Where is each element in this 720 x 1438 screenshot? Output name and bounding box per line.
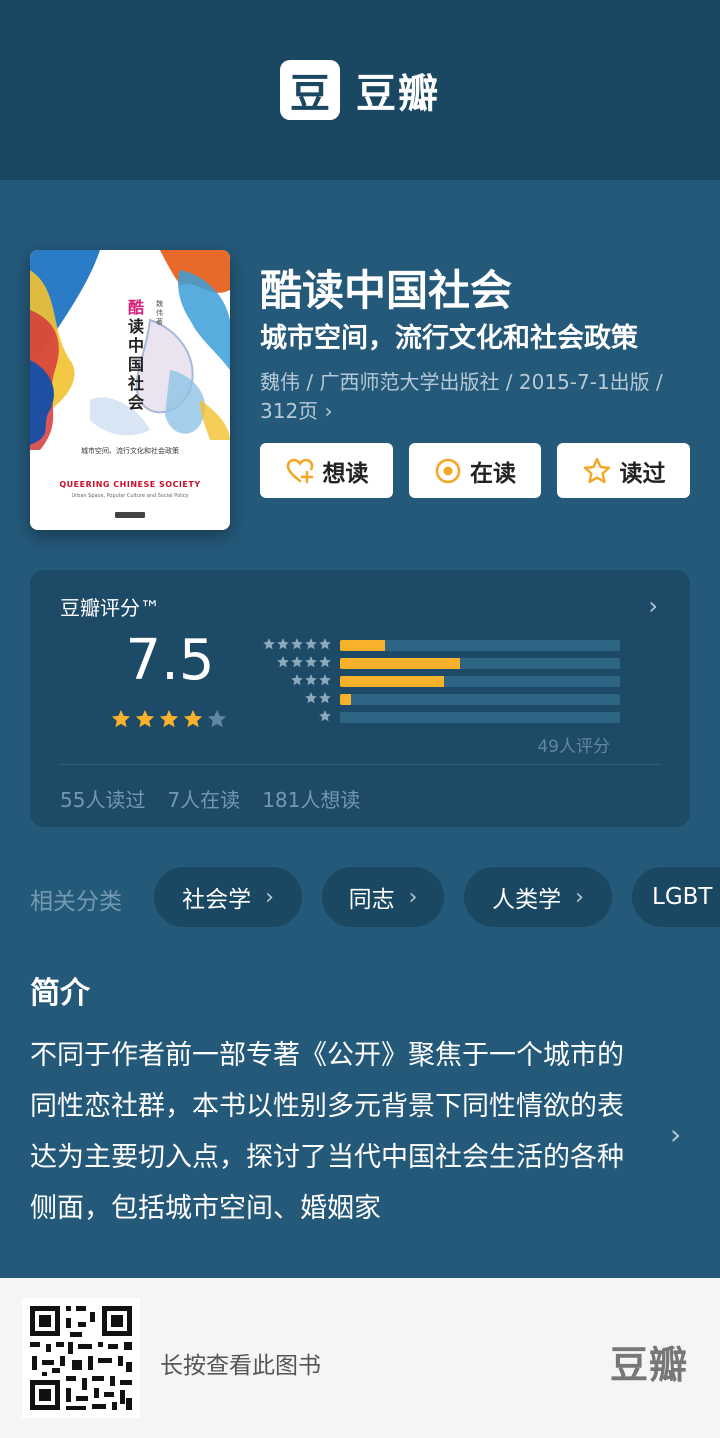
app-header: 豆 豆瓣	[0, 0, 720, 180]
category-chip-label: 同志	[348, 887, 395, 913]
book-title: 酷读中国社会	[260, 266, 513, 315]
distribution-track	[340, 657, 620, 669]
category-chip-sociology[interactable]: 社会学 ›	[154, 867, 302, 927]
category-chip-label: 社会学	[182, 887, 252, 913]
star-filled-icon	[182, 708, 204, 734]
reading-count: 7人在读	[167, 788, 241, 812]
distribution-stars	[252, 672, 332, 691]
reading-label: 在读	[470, 460, 516, 487]
star-small-icon	[290, 672, 304, 691]
star-small-icon	[318, 708, 332, 727]
rating-stars	[110, 708, 228, 734]
rating-distribution-row	[252, 636, 620, 654]
publisher-logo-icon	[115, 512, 145, 518]
category-chip-label: LGBT	[652, 884, 713, 910]
divider	[60, 764, 660, 765]
distribution-stars	[252, 708, 332, 727]
star-small-icon	[318, 636, 332, 655]
cover-title: 酷读中国社会	[128, 298, 145, 412]
have-read-button[interactable]: 读过	[557, 443, 690, 498]
rating-distribution-row	[252, 654, 620, 672]
distribution-stars	[252, 636, 332, 655]
category-chip-label: 人类学	[492, 887, 562, 913]
book-cover[interactable]: 酷读中国社会 魏伟 著 城市空间、流行文化和社会政策 QUEERING CHIN…	[30, 250, 230, 530]
star-filled-icon	[134, 708, 156, 734]
star-small-icon	[318, 654, 332, 673]
rating-card[interactable]: 豆瓣评分™ › 7.5 49人评分 55人读过 7人在读 181人想读	[30, 570, 690, 827]
rating-score: 7.5	[125, 628, 215, 693]
star-empty-icon	[206, 708, 228, 734]
star-small-icon	[304, 690, 318, 709]
distribution-track	[340, 675, 620, 687]
star-filled-icon	[110, 708, 132, 734]
distribution-track	[340, 639, 620, 651]
rating-distribution-row	[252, 672, 620, 690]
read-count: 55人读过	[60, 788, 146, 812]
chevron-right-icon: ›	[575, 884, 584, 910]
star-small-icon	[276, 654, 290, 673]
star-small-icon	[304, 636, 318, 655]
footer-hint: 长按查看此图书	[160, 1353, 321, 1379]
book-meta[interactable]: 魏伟 / 广西师范大学出版社 / 2015-7-1出版 / 312页 ›	[260, 368, 700, 426]
star-small-icon	[276, 636, 290, 655]
target-icon	[435, 458, 461, 483]
have-read-label: 读过	[619, 460, 666, 487]
rating-distribution-row	[252, 708, 620, 726]
distribution-bar	[340, 639, 385, 651]
want-to-read-label: 想读	[322, 460, 369, 487]
star-small-icon	[318, 672, 332, 691]
category-chip-lgbt[interactable]: LGBT	[632, 867, 720, 927]
douban-logo-icon: 豆	[280, 60, 340, 120]
share-footer: 长按查看此图书 豆瓣	[0, 1278, 720, 1438]
star-small-icon	[262, 636, 276, 655]
rating-label: 豆瓣评分™	[60, 596, 160, 620]
rating-count: 49人评分	[537, 737, 610, 757]
chevron-right-icon: ›	[408, 884, 418, 910]
star-filled-icon	[158, 708, 180, 734]
reading-button[interactable]: 在读	[409, 443, 541, 498]
cover-english-subtitle: Urban Space, Popular Culture and Social …	[71, 493, 189, 499]
star-small-icon	[318, 690, 332, 709]
distribution-bar	[340, 675, 444, 687]
distribution-track	[340, 711, 620, 723]
category-chip-anthropology[interactable]: 人类学 ›	[464, 867, 612, 927]
star-outline-icon	[583, 457, 610, 483]
reading-stats: 55人读过 7人在读 181人想读	[60, 784, 360, 813]
want-count: 181人想读	[262, 788, 361, 812]
distribution-stars	[252, 690, 332, 709]
star-small-icon	[290, 654, 304, 673]
app-logo-text: 豆瓣	[356, 71, 440, 117]
cover-english-title: QUEERING CHINESE SOCIETY	[59, 480, 201, 489]
chevron-right-icon[interactable]: ›	[670, 1118, 681, 1151]
chevron-right-icon[interactable]: ›	[648, 592, 658, 620]
star-small-icon	[304, 654, 318, 673]
chevron-right-icon: ›	[265, 884, 274, 910]
heart-plus-icon	[286, 458, 313, 483]
intro-heading: 简介	[30, 976, 90, 1011]
star-small-icon	[290, 636, 304, 655]
want-to-read-button[interactable]: 想读	[260, 443, 393, 498]
category-chip-tongzhi[interactable]: 同志 ›	[322, 867, 444, 927]
cover-author: 魏伟 著	[156, 300, 163, 326]
distribution-stars	[252, 654, 332, 673]
rating-distribution-row	[252, 690, 620, 708]
rating-distribution	[252, 636, 620, 726]
book-subtitle: 城市空间，流行文化和社会政策	[260, 323, 638, 354]
distribution-bar	[340, 657, 461, 669]
distribution-bar	[340, 693, 352, 705]
cover-subtitle: 城市空间、流行文化和社会政策	[81, 447, 179, 455]
intro-text[interactable]: 不同于作者前一部专著《公开》聚焦于一个城市的同性恋社群，本书以性别多元背景下同性…	[30, 1030, 630, 1234]
qr-code-icon[interactable]	[22, 1298, 140, 1418]
categories-label: 相关分类	[30, 889, 122, 915]
distribution-track	[340, 693, 620, 705]
star-small-icon	[304, 672, 318, 691]
douban-footer-logo: 豆瓣	[609, 1343, 688, 1387]
